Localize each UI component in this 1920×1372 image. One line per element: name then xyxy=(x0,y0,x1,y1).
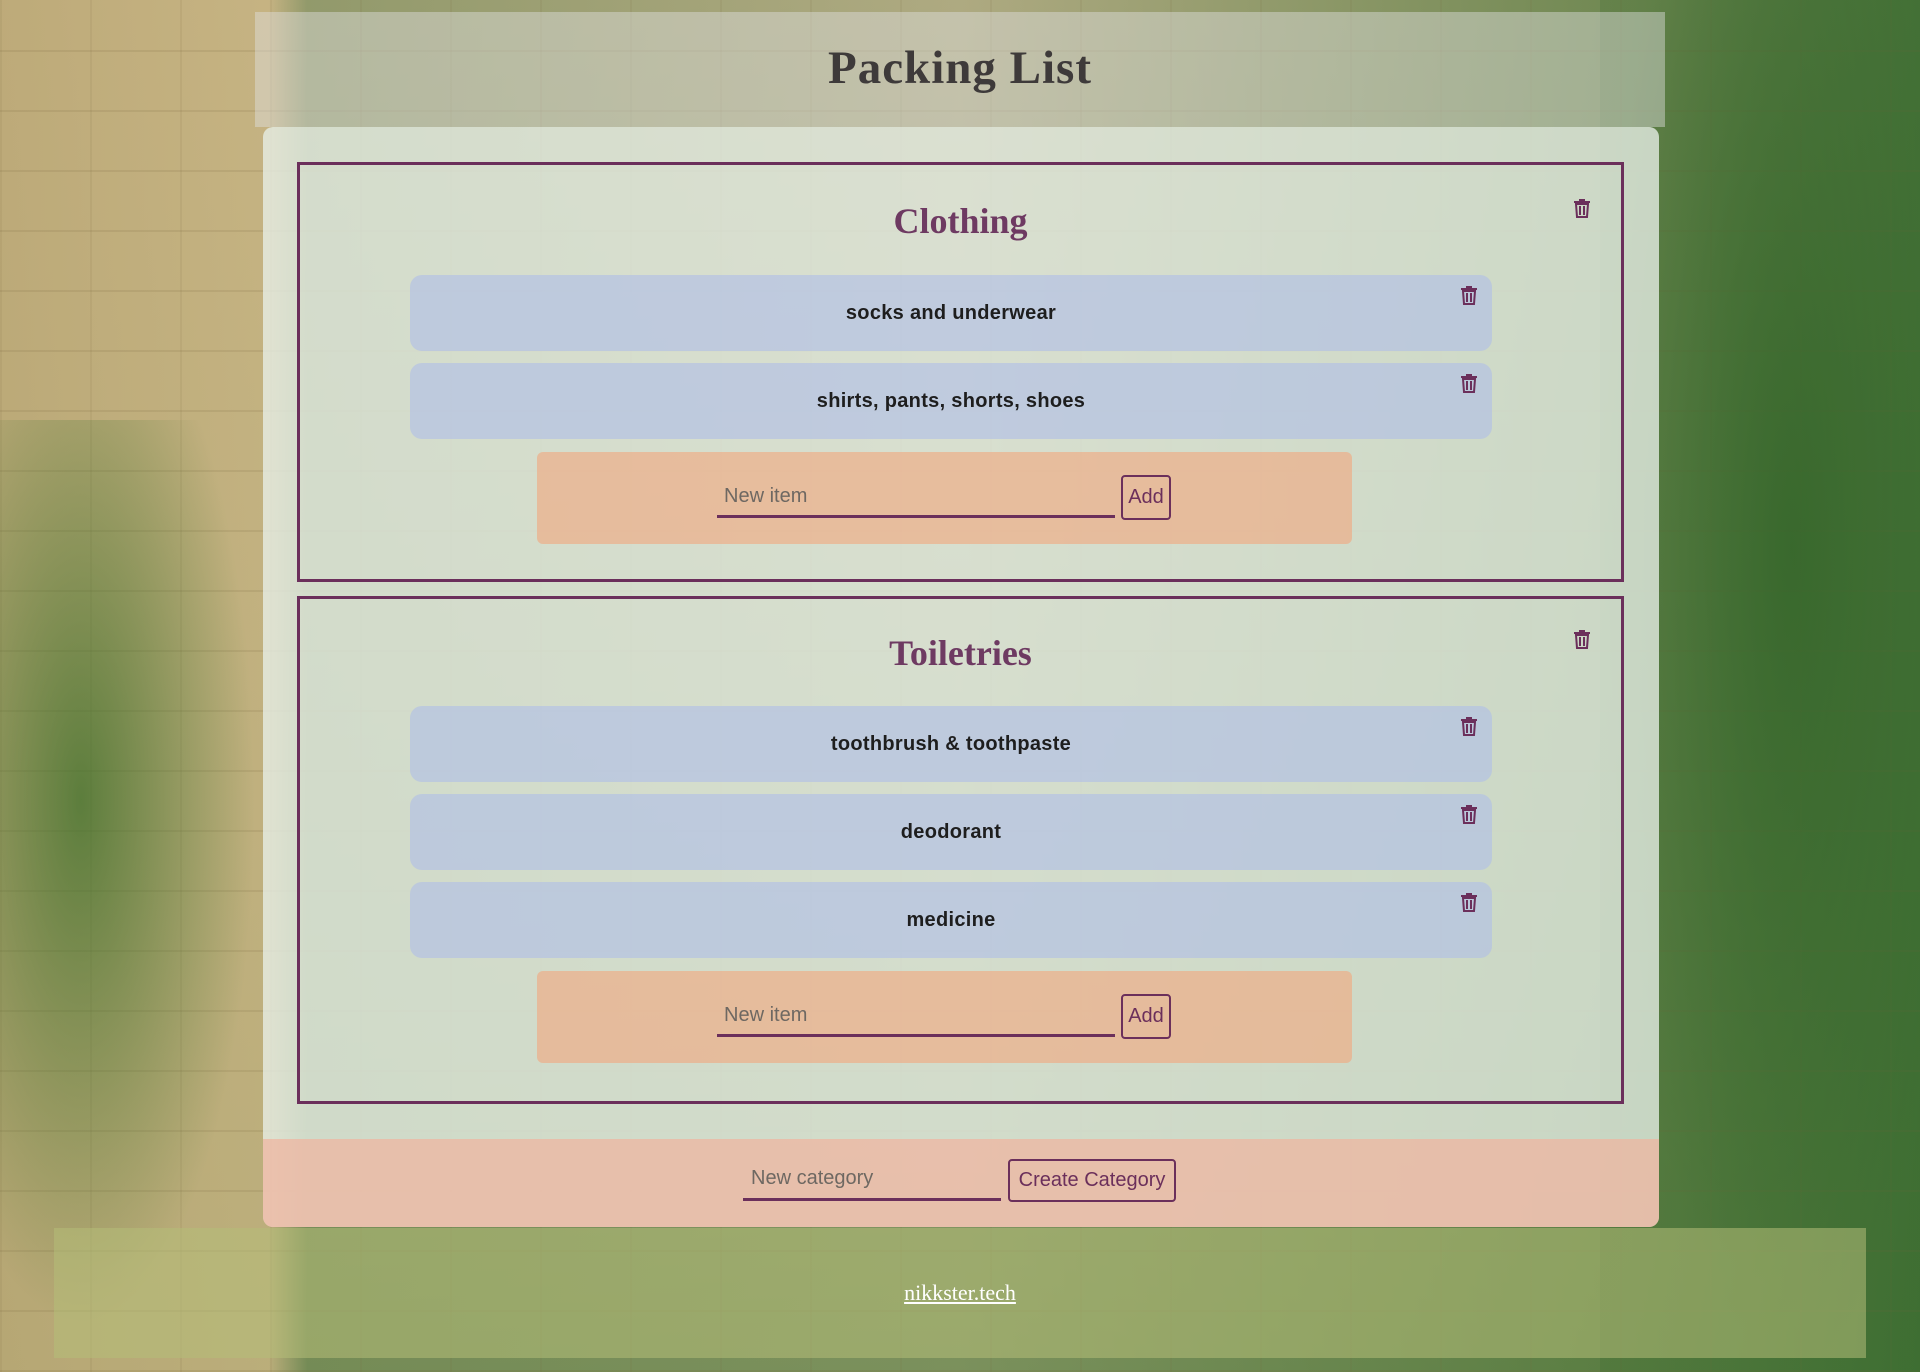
trash-icon xyxy=(1573,198,1591,218)
main-panel: Clothing socks and underwear shirts, pan… xyxy=(263,127,1659,1227)
delete-item-button[interactable] xyxy=(1460,716,1478,736)
add-item-button[interactable]: Add xyxy=(1121,994,1171,1039)
trash-icon xyxy=(1460,285,1478,305)
trash-icon xyxy=(1573,629,1591,649)
list-item: deodorant xyxy=(410,794,1492,870)
new-category-form: Create Category xyxy=(263,1139,1659,1227)
delete-item-button[interactable] xyxy=(1460,373,1478,393)
delete-category-button[interactable] xyxy=(1573,198,1591,218)
item-label: toothbrush & toothpaste xyxy=(830,732,1072,755)
new-category-input[interactable] xyxy=(743,1159,1001,1201)
item-label: shirts, pants, shorts, shoes xyxy=(816,389,1086,412)
delete-item-button[interactable] xyxy=(1460,892,1478,912)
delete-category-button[interactable] xyxy=(1573,629,1591,649)
trash-icon xyxy=(1460,373,1478,393)
list-item: toothbrush & toothpaste xyxy=(410,706,1492,782)
delete-item-button[interactable] xyxy=(1460,285,1478,305)
item-label: socks and underwear xyxy=(845,301,1057,324)
item-label: deodorant xyxy=(900,820,1002,843)
page-title: Packing List xyxy=(827,41,1092,94)
new-item-input[interactable] xyxy=(717,997,1115,1037)
create-category-button[interactable]: Create Category xyxy=(1008,1159,1176,1202)
trash-icon xyxy=(1460,804,1478,824)
add-item-form: Add xyxy=(537,452,1352,544)
add-item-form: Add xyxy=(537,971,1352,1063)
category-title: Toiletries xyxy=(889,633,1032,673)
trash-icon xyxy=(1460,716,1478,736)
category-toiletries: Toiletries toothbrush & toothpaste deodo… xyxy=(297,596,1624,1104)
list-item: medicine xyxy=(410,882,1492,958)
list-item: socks and underwear xyxy=(410,275,1492,351)
list-item: shirts, pants, shorts, shoes xyxy=(410,363,1492,439)
new-item-input[interactable] xyxy=(717,478,1115,518)
category-clothing: Clothing socks and underwear shirts, pan… xyxy=(297,162,1624,582)
page-header: Packing List xyxy=(255,12,1665,127)
delete-item-button[interactable] xyxy=(1460,804,1478,824)
footer-link[interactable]: nikkster.tech xyxy=(904,1280,1016,1306)
item-label: medicine xyxy=(906,908,996,931)
category-title: Clothing xyxy=(893,201,1028,241)
add-item-button[interactable]: Add xyxy=(1121,475,1171,520)
footer: nikkster.tech xyxy=(54,1228,1866,1358)
trash-icon xyxy=(1460,892,1478,912)
